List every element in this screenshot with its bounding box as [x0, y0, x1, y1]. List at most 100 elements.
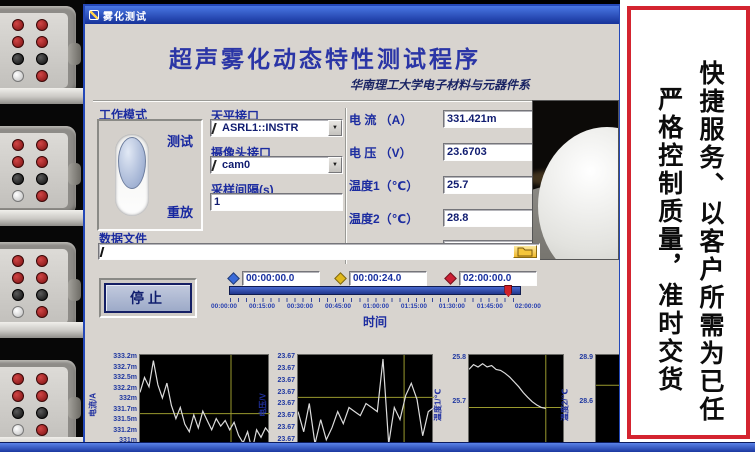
multimeter-front: [0, 242, 81, 331]
time-tick-label: 00:15:00: [248, 303, 276, 310]
text-cursor-icon: [99, 246, 109, 257]
measurement-label: 电 流 （A）: [349, 112, 413, 127]
measurement-row: 温度2（℃） 28.8: [349, 209, 533, 227]
banana-jack-icon: [12, 390, 24, 402]
banana-jack-icon: [12, 255, 24, 267]
measurement-value[interactable]: 25.7: [443, 176, 533, 194]
cursor-marker-icon[interactable]: [444, 271, 457, 285]
time-slider-track[interactable]: [229, 285, 521, 297]
screenshot-stage: 雾化测试 超声雾化动态特性测试程序 华南理工大学电子材料与元器件系 工作模式 测…: [0, 0, 755, 452]
measurement-row: 温度1（℃） 25.7: [349, 176, 533, 194]
banana-jack-icon: [36, 70, 48, 82]
side-banner: 快捷服务、以客户所需为已任严格控制质量，准时交货: [620, 0, 755, 452]
folder-icon: [517, 247, 533, 257]
banana-jack-icon: [12, 272, 24, 284]
work-mode-toggle[interactable]: [115, 134, 149, 216]
y-axis-label: 电流/A: [88, 392, 98, 417]
cursor-start-value[interactable]: 00:00:00.0: [242, 270, 320, 286]
balance-port-combo[interactable]: ASRL1::INSTR ▼: [210, 119, 343, 137]
banner-text: 快捷服务、以客户所需为已任严格控制质量，准时交货: [648, 60, 731, 452]
graph-plot-area[interactable]: [595, 354, 619, 445]
banana-jack-icon: [36, 19, 48, 31]
sample-interval-value: 1: [214, 196, 221, 208]
balance-port-value: ASRL1::INSTR: [222, 122, 299, 134]
data-file-input[interactable]: [98, 243, 540, 260]
time-slider-tick-labels: 00:00:00 00:15:00 00:30:00 00:45:00 01:00:00…: [211, 303, 541, 310]
time-slider-thumb[interactable]: [504, 285, 513, 297]
visa-io-icon: [211, 159, 222, 171]
banana-jack-icon: [12, 156, 24, 168]
banana-jack-icon: [36, 407, 48, 419]
graph-plot-area[interactable]: [468, 354, 565, 445]
graph-plot-area[interactable]: [139, 354, 271, 445]
stop-button[interactable]: 停止: [104, 283, 192, 313]
banana-jack-icon: [12, 373, 24, 385]
time-axis-label: 时间: [362, 315, 387, 329]
time-tick-label: 02:00:00: [514, 303, 541, 310]
graph-plot-area[interactable]: [297, 354, 435, 445]
banana-jack-icon: [12, 306, 24, 318]
measurement-row: 电 流 （A） 331.421m: [349, 110, 533, 128]
banana-jack-icon: [36, 373, 48, 385]
measurement-value[interactable]: 331.421m: [443, 110, 533, 128]
time-tick-label: 01:15:00: [400, 303, 427, 310]
camera-port-combo[interactable]: cam0 ▼: [210, 156, 343, 174]
banana-jack-icon: [12, 36, 24, 48]
y-tick-label: 332.7m: [113, 363, 137, 371]
y-axis-ticks: 25.8 25.7: [444, 354, 468, 445]
banana-jack-icon: [12, 19, 24, 31]
instrument-knob-icon: [68, 163, 81, 186]
cursor-marker-icon[interactable]: [334, 271, 347, 285]
measurement-value[interactable]: 23.6703: [443, 143, 533, 161]
sample-interval-input[interactable]: 1: [210, 193, 343, 211]
multimeter-front: [0, 360, 81, 449]
cursor-end-value[interactable]: 02:00:00.0: [459, 270, 537, 286]
banana-jack-icon: [12, 53, 24, 65]
chevron-down-icon[interactable]: ▼: [328, 157, 342, 173]
banana-jack-icon: [36, 190, 48, 202]
time-tick-label: 00:00:00: [211, 303, 238, 310]
graph-voltage: 电压/V 23.67 23.67 23.67 23.67 23.67 23.67 23.67 2…: [257, 353, 435, 445]
window-titlebar[interactable]: 雾化测试: [85, 6, 619, 24]
cursor-readout-current: 00:00:24.0: [334, 270, 427, 286]
y-tick-label: 23.67: [277, 353, 295, 361]
shelf-board: [0, 88, 85, 104]
y-tick-label: 28.6: [579, 398, 593, 406]
bottom-window-edge: [0, 442, 755, 452]
banana-jack-icon: [12, 424, 24, 436]
measurement-row: 电 压 （V） 23.6703: [349, 143, 533, 161]
banana-jack-icon: [36, 53, 48, 65]
banana-jack-icon: [12, 190, 24, 202]
time-tick-label: 01:45:00: [476, 303, 503, 310]
banana-jack-icon: [12, 173, 24, 185]
graph-temp2: 温度2/℃ 28.9 28.6: [559, 354, 619, 445]
multimeter-front: [0, 126, 81, 215]
time-tick-label: 00:45:00: [324, 303, 351, 310]
work-mode-option-test: 测试: [166, 134, 193, 149]
banana-jack-icon: [36, 272, 48, 284]
banner-line-1: 快捷服务、以客户所需为已任: [696, 60, 724, 424]
white-sphere: [538, 127, 618, 259]
y-tick-label: 25.8: [452, 354, 466, 362]
measurement-value[interactable]: 28.8: [443, 209, 533, 227]
banana-jack-icon: [12, 139, 24, 151]
visa-io-icon: [211, 122, 222, 134]
y-tick-label: 23.67: [277, 412, 295, 420]
browse-folder-button[interactable]: [513, 245, 537, 258]
shelf-board: [0, 210, 85, 226]
cursor-marker-icon[interactable]: [227, 271, 240, 285]
instrument-knob-icon: [68, 279, 81, 302]
cursor-readout-start: 00:00:00.0: [227, 270, 320, 286]
app-window: 雾化测试 超声雾化动态特性测试程序 华南理工大学电子材料与元器件系 工作模式 测…: [83, 4, 621, 445]
cursor-current-value[interactable]: 00:00:24.0: [349, 270, 427, 286]
page-subtitle: 华南理工大学电子材料与元器件系: [349, 78, 530, 92]
y-tick-label: 333.2m: [113, 353, 137, 361]
banana-jack-icon: [12, 289, 24, 301]
work-mode-option-replay: 重放: [166, 205, 193, 220]
banana-jack-icon: [12, 70, 24, 82]
y-tick-label: 331.2m: [113, 426, 137, 434]
y-tick-label: 28.9: [579, 354, 593, 362]
instrument-rack-photo: [0, 0, 85, 452]
y-tick-label: 23.67: [277, 364, 295, 372]
chevron-down-icon[interactable]: ▼: [328, 120, 342, 136]
